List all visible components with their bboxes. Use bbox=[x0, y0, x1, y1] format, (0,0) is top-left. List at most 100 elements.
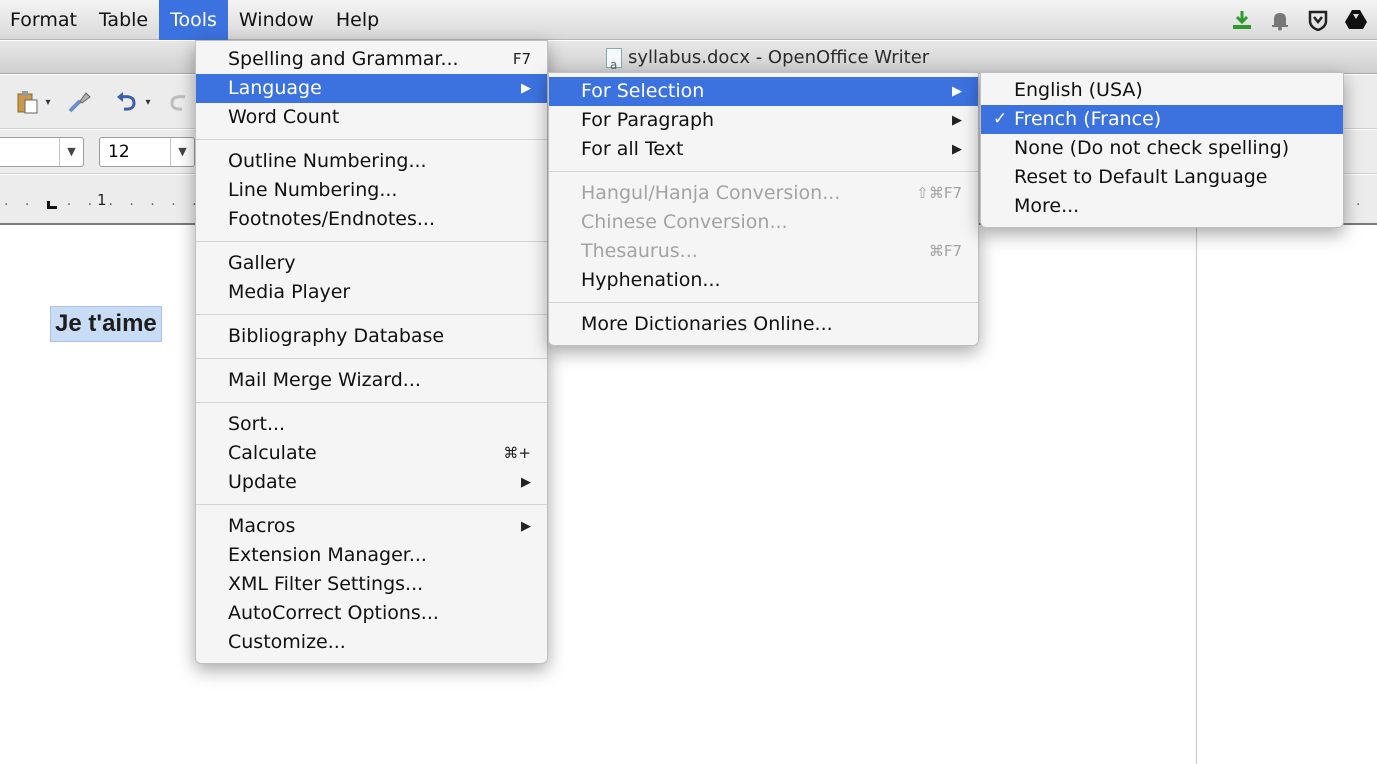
menu-item-for-paragraph[interactable]: For Paragraph ▶ bbox=[549, 106, 978, 135]
menu-item-spelling-and-grammar[interactable]: Spelling and Grammar... F7 bbox=[196, 45, 547, 74]
chevron-down-icon[interactable]: ▼ bbox=[59, 138, 83, 166]
menu-separator bbox=[196, 241, 547, 242]
menu-item-label: Customize... bbox=[228, 631, 346, 653]
menu-help[interactable]: Help bbox=[325, 0, 390, 40]
selected-text[interactable]: Je t'aime bbox=[50, 306, 162, 342]
menu-item-french-france[interactable]: ✓ French (France) bbox=[981, 105, 1343, 134]
tab-stop-marker[interactable] bbox=[47, 201, 57, 209]
shortcut-label: ⌘+ bbox=[503, 444, 531, 462]
undo-icon[interactable] bbox=[112, 87, 142, 117]
menu-item-calculate[interactable]: Calculate ⌘+ bbox=[196, 439, 547, 468]
undo-dropdown-icon[interactable]: ▾ bbox=[140, 87, 156, 117]
menu-item-gallery[interactable]: Gallery bbox=[196, 249, 547, 278]
download-arrow-icon[interactable] bbox=[1229, 7, 1255, 33]
submenu-arrow-icon: ▶ bbox=[952, 142, 962, 157]
menu-item-label: Language bbox=[228, 77, 322, 99]
menu-item-label: AutoCorrect Options... bbox=[228, 602, 439, 624]
menu-item-for-all-text[interactable]: For all Text ▶ bbox=[549, 135, 978, 164]
menu-separator bbox=[196, 314, 547, 315]
menu-item-english-usa[interactable]: English (USA) bbox=[981, 76, 1343, 105]
chevron-down-icon[interactable]: ▼ bbox=[170, 138, 194, 166]
menu-item-hangul-hanja-conversion: Hangul/Hanja Conversion... ⇧⌘F7 bbox=[549, 179, 978, 208]
menu-separator bbox=[196, 504, 547, 505]
menu-item-label: For Paragraph bbox=[581, 109, 715, 131]
tools-menu: Spelling and Grammar... F7 Language ▶ Wo… bbox=[195, 40, 548, 664]
menu-item-label: Macros bbox=[228, 515, 296, 537]
menu-item-extension-manager[interactable]: Extension Manager... bbox=[196, 541, 547, 570]
menu-item-label: Word Count bbox=[228, 106, 340, 128]
menu-item-more-dictionaries-online[interactable]: More Dictionaries Online... bbox=[549, 310, 978, 339]
menu-item-label: Media Player bbox=[228, 281, 351, 303]
menu-separator bbox=[196, 402, 547, 403]
menu-item-label: Footnotes/Endnotes... bbox=[228, 208, 435, 230]
submenu-arrow-icon: ▶ bbox=[952, 84, 962, 99]
status-icons bbox=[1229, 0, 1369, 40]
menu-item-label: Bibliography Database bbox=[228, 325, 445, 347]
menu-item-language[interactable]: Language ▶ bbox=[196, 74, 547, 103]
for-selection-submenu: English (USA) ✓ French (France) None (Do… bbox=[980, 72, 1344, 228]
menu-item-update[interactable]: Update ▶ bbox=[196, 468, 547, 497]
shortcut-label: ⌘F7 bbox=[928, 242, 962, 260]
menu-item-customize[interactable]: Customize... bbox=[196, 628, 547, 657]
ruler-number: 1 bbox=[97, 191, 107, 209]
menu-tools[interactable]: Tools bbox=[159, 0, 228, 40]
menu-item-thesaurus: Thesaurus... ⌘F7 bbox=[549, 237, 978, 266]
menu-item-label: Extension Manager... bbox=[228, 544, 427, 566]
menu-item-hyphenation[interactable]: Hyphenation... bbox=[549, 266, 978, 295]
menu-item-label: French (France) bbox=[1014, 108, 1162, 130]
clone-formatting-icon[interactable] bbox=[64, 87, 94, 117]
menu-item-reset-to-default-language[interactable]: Reset to Default Language bbox=[981, 163, 1343, 192]
font-name-combo[interactable]: ▼ bbox=[0, 137, 84, 167]
menu-item-for-selection[interactable]: For Selection ▶ bbox=[549, 77, 978, 106]
menu-bar: Format Table Tools Window Help bbox=[0, 0, 1377, 40]
menu-table[interactable]: Table bbox=[88, 0, 159, 40]
language-submenu: For Selection ▶ For Paragraph ▶ For all … bbox=[548, 72, 979, 346]
menu-item-footnotes-endnotes[interactable]: Footnotes/Endnotes... bbox=[196, 205, 547, 234]
menu-item-label: Gallery bbox=[228, 252, 296, 274]
menu-item-label: More... bbox=[1014, 195, 1080, 217]
submenu-arrow-icon: ▶ bbox=[521, 81, 531, 96]
menu-item-word-count[interactable]: Word Count bbox=[196, 103, 547, 132]
redo-icon[interactable] bbox=[164, 87, 194, 117]
shortcut-label: F7 bbox=[512, 50, 531, 68]
menu-item-label: Update bbox=[228, 471, 297, 493]
menu-item-none-do-not-check-spelling[interactable]: None (Do not check spelling) bbox=[981, 134, 1343, 163]
menu-window[interactable]: Window bbox=[228, 0, 325, 40]
submenu-arrow-icon: ▶ bbox=[521, 475, 531, 490]
menu-item-label: For all Text bbox=[581, 138, 684, 160]
menu-item-xml-filter-settings[interactable]: XML Filter Settings... bbox=[196, 570, 547, 599]
bell-icon[interactable] bbox=[1267, 7, 1293, 33]
window-title: syllabus.docx - OpenOffice Writer bbox=[606, 41, 929, 82]
menu-item-label: XML Filter Settings... bbox=[228, 573, 424, 595]
menu-item-outline-numbering[interactable]: Outline Numbering... bbox=[196, 147, 547, 176]
checkmark-icon: ✓ bbox=[993, 109, 1008, 129]
menu-item-label: English (USA) bbox=[1014, 79, 1143, 101]
menu-item-sort[interactable]: Sort... bbox=[196, 410, 547, 439]
menu-item-label: Chinese Conversion... bbox=[581, 211, 788, 233]
menu-item-label: Hangul/Hanja Conversion... bbox=[581, 182, 841, 204]
shield-icon[interactable] bbox=[1305, 7, 1331, 33]
google-drive-icon[interactable] bbox=[1343, 7, 1369, 33]
menu-item-bibliography-database[interactable]: Bibliography Database bbox=[196, 322, 547, 351]
menu-item-media-player[interactable]: Media Player bbox=[196, 278, 547, 307]
font-size-value: 12 bbox=[108, 142, 130, 162]
menu-item-label: Mail Merge Wizard... bbox=[228, 369, 421, 391]
menu-item-macros[interactable]: Macros ▶ bbox=[196, 512, 547, 541]
paste-icon[interactable] bbox=[12, 87, 42, 117]
menu-item-label: Outline Numbering... bbox=[228, 150, 427, 172]
menu-item-label: Line Numbering... bbox=[228, 179, 398, 201]
paste-dropdown-icon[interactable]: ▾ bbox=[40, 87, 56, 117]
menu-item-label: Sort... bbox=[228, 413, 286, 435]
menu-item-more[interactable]: More... bbox=[981, 192, 1343, 221]
menu-item-label: Hyphenation... bbox=[581, 269, 721, 291]
submenu-arrow-icon: ▶ bbox=[952, 113, 962, 128]
menu-item-autocorrect-options[interactable]: AutoCorrect Options... bbox=[196, 599, 547, 628]
menu-format[interactable]: Format bbox=[0, 0, 88, 40]
menu-item-label: Thesaurus... bbox=[581, 240, 698, 262]
menu-item-chinese-conversion: Chinese Conversion... bbox=[549, 208, 978, 237]
menu-item-line-numbering[interactable]: Line Numbering... bbox=[196, 176, 547, 205]
font-size-combo[interactable]: 12 ▼ bbox=[99, 137, 195, 167]
menu-item-mail-merge-wizard[interactable]: Mail Merge Wizard... bbox=[196, 366, 547, 395]
menu-item-label: For Selection bbox=[581, 80, 705, 102]
menu-separator bbox=[196, 358, 547, 359]
